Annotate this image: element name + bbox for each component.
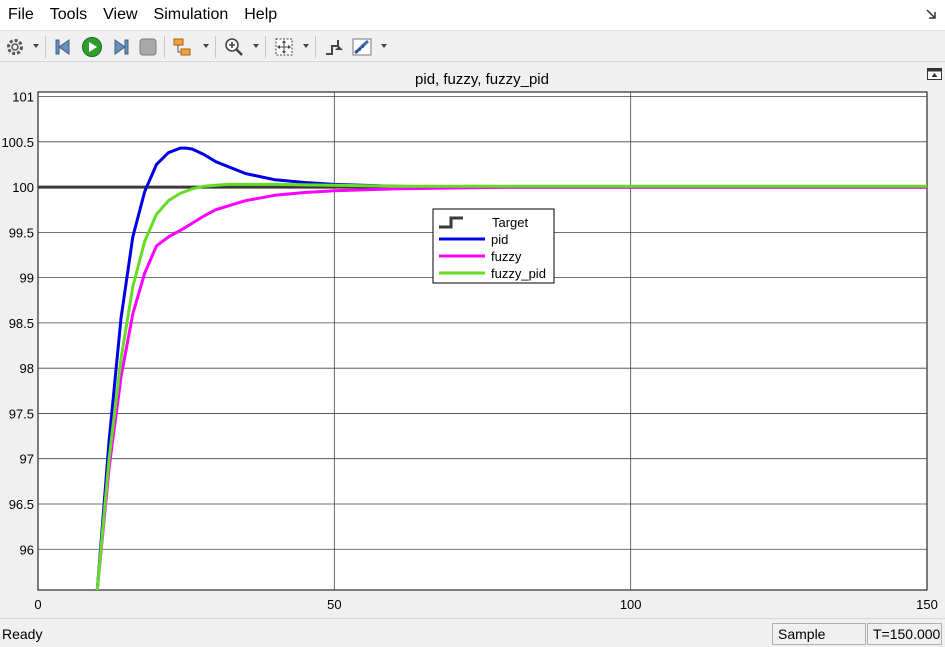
dock-arrow-icon[interactable] (925, 8, 937, 20)
step-back-icon[interactable] (52, 35, 76, 59)
x-tick-label: 150 (916, 597, 938, 612)
stop-icon[interactable] (136, 35, 160, 59)
legend[interactable]: Target pid fuzzy fuzzy_pid (432, 208, 555, 284)
y-tick-label: 100 (12, 180, 34, 195)
cursor-measurements-icon[interactable] (350, 35, 374, 59)
toolbar-separator (265, 36, 266, 58)
chart-title: pid, fuzzy, fuzzy_pid (415, 71, 549, 88)
toolbar-separator (215, 36, 216, 58)
x-tick-label: 50 (327, 597, 341, 612)
fit-dropdown-icon[interactable] (303, 44, 309, 48)
zoom-in-icon[interactable] (222, 35, 246, 59)
toolbar-separator (164, 36, 165, 58)
scope-plot-area: pid, fuzzy, fuzzy_pid 96 96.5 97 97.5 98 98.5… (0, 63, 945, 617)
y-tick-label: 99 (20, 271, 34, 286)
undock-icon[interactable] (927, 68, 942, 80)
highlight-dropdown-icon[interactable] (203, 44, 209, 48)
menu-bar: File Tools View Simulation Help (0, 0, 945, 30)
legend-label: fuzzy_pid (491, 266, 546, 281)
triggers-icon[interactable] (322, 35, 346, 59)
zoom-to-fit-icon[interactable] (272, 35, 296, 59)
status-mode: Sample based (772, 623, 866, 647)
y-tick-label: 96 (20, 542, 34, 557)
y-tick-label: 100.5 (1, 135, 34, 150)
config-dropdown-icon[interactable] (33, 44, 39, 48)
toolbar-separator (45, 36, 46, 58)
x-tick-label: 0 (34, 597, 41, 612)
menu-file[interactable]: File (0, 0, 42, 30)
y-tick-label: 101 (12, 90, 34, 105)
menu-view[interactable]: View (95, 0, 145, 30)
configuration-properties-icon[interactable] (3, 35, 27, 59)
toolbar-separator (315, 36, 316, 58)
y-tick-label: 98.5 (9, 316, 34, 331)
menu-help[interactable]: Help (236, 0, 285, 30)
menu-simulation[interactable]: Simulation (146, 0, 237, 30)
step-forward-icon[interactable] (108, 35, 132, 59)
y-tick-label: 97.5 (9, 406, 34, 421)
status-bar: Ready Sample based T=150.000 (0, 618, 945, 647)
zoom-dropdown-icon[interactable] (253, 44, 259, 48)
legend-label: Target (492, 215, 529, 230)
menu-tools[interactable]: Tools (42, 0, 95, 30)
y-tick-label: 98 (20, 361, 34, 376)
legend-label: pid (491, 232, 508, 247)
scope-chart[interactable]: pid, fuzzy, fuzzy_pid 96 96.5 97 97.5 98 98.5… (0, 63, 945, 617)
y-tick-label: 96.5 (9, 497, 34, 512)
x-tick-label: 100 (620, 597, 642, 612)
y-tick-label: 99.5 (9, 225, 34, 240)
run-icon[interactable] (80, 35, 104, 59)
toolbar (0, 30, 945, 62)
highlight-in-model-icon[interactable] (171, 35, 195, 59)
legend-label: fuzzy (491, 249, 522, 264)
status-ready: Ready (2, 626, 43, 642)
measurements-dropdown-icon[interactable] (381, 44, 387, 48)
status-time: T=150.000 (867, 623, 942, 645)
axes-background (37, 91, 928, 591)
y-tick-label: 97 (20, 452, 34, 467)
